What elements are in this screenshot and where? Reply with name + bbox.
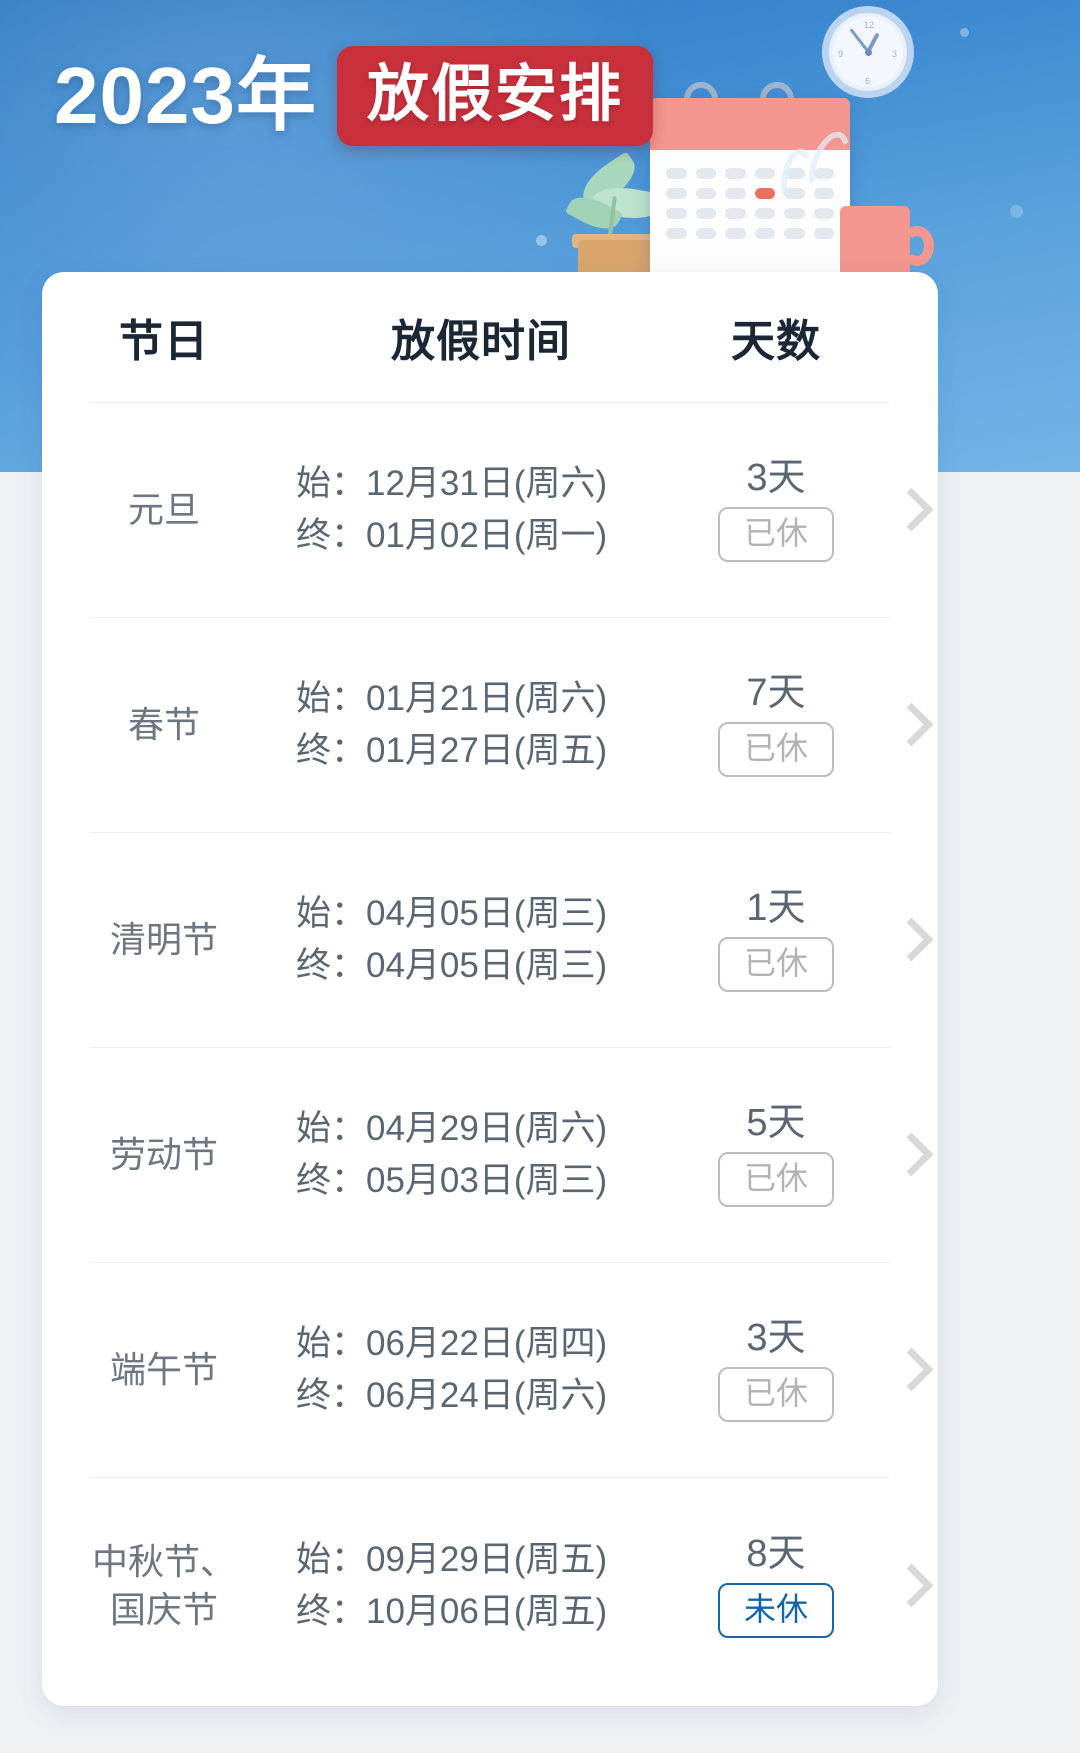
row-detail-link[interactable] [876,1347,938,1393]
days-count: 5天 [746,1101,806,1144]
cell-holiday-period: 始：01月21日(周六) 终：01月27日(周五) [286,673,676,777]
table-body: 元旦 始：12月31日(周六) 终：01月02日(周一) 3天 已休 春节 始：01月21日… [42,402,938,1694]
cell-holiday-period: 始：06月22日(周四) 终：06月24日(周六) [286,1318,676,1422]
table-row[interactable]: 清明节 始：04月05日(周三) 终：04月05日(周三) 1天已休 [42,833,938,1047]
table-row[interactable]: 中秋节、 国庆节 始：09月29日(周五) 终：10月06日(周五) 8天未休 [42,1478,938,1694]
cell-holiday-period: 始：12月31日(周六) 终：01月02日(周一) [286,458,676,562]
chevron-right-icon[interactable] [894,917,920,963]
cell-days: 5天已休 [676,1101,876,1208]
period-end: 终：04月05日(周三) [296,946,608,985]
cell-holiday-name: 春节 [127,703,200,745]
clock-number-label: 12 [864,20,875,30]
cell-holiday-name: 元旦 [127,488,200,530]
days-count: 1天 [746,886,806,929]
row-detail-link[interactable] [876,1132,938,1178]
status-badge[interactable]: 已休 [718,1367,834,1423]
status-badge[interactable]: 已休 [718,1152,834,1208]
period-start: 始：04月05日(周三) [296,894,608,934]
status-badge[interactable]: 未休 [718,1583,834,1639]
status-badge[interactable]: 已休 [718,507,834,563]
cell-days: 8天未休 [676,1532,876,1639]
period-end: 终：05月03日(周三) [296,1161,608,1200]
cell-holiday-name: 劳动节 [109,1133,218,1175]
period-end: 终：01月27日(周五) [296,731,608,770]
chevron-right-icon[interactable] [894,487,920,533]
cell-holiday-period: 始：04月29日(周六) 终：05月03日(周三) [286,1103,676,1207]
period-start: 始：04月29日(周六) [296,1109,608,1149]
decorative-dot [1010,205,1023,218]
cell-days: 3天已休 [676,456,876,563]
clock-icon: 12 3 6 9 [822,6,914,98]
row-detail-link[interactable] [876,917,938,963]
days-count: 8天 [746,1532,806,1575]
column-header-holiday: 节日 [119,317,209,366]
period-start: 始：01月21日(周六) [296,679,608,719]
holiday-schedule-card: 节日 放假时间 天数 元旦 始：12月31日(周六) 终：01月02日(周一) 3天已… [42,272,938,1706]
row-detail-link[interactable] [876,702,938,748]
column-header-period: 放假时间 [391,317,571,366]
hero-title: 2023年 放假安排 [54,46,653,146]
row-detail-link[interactable] [876,487,938,533]
period-end: 终：06月24日(周六) [296,1376,608,1415]
row-detail-link[interactable] [876,1563,938,1609]
period-start: 始：12月31日(周六) [296,464,608,504]
days-count: 7天 [746,671,806,714]
cell-days: 7天已休 [676,671,876,778]
chevron-right-icon[interactable] [894,702,920,748]
column-header-days: 天数 [731,317,821,366]
cell-holiday-period: 始：04月05日(周三) 终：04月05日(周三) [286,888,676,992]
period-end: 终：01月02日(周一) [296,516,608,555]
cell-holiday-name: 端午节 [109,1348,218,1390]
cell-holiday-name: 中秋节、 国庆节 [91,1540,236,1630]
status-badge[interactable]: 已休 [718,937,834,993]
period-end: 终：10月06日(周五) [296,1592,608,1631]
period-start: 始：06月22日(周四) [296,1324,608,1364]
cell-holiday-period: 始：09月29日(周五) 终：10月06日(周五) [286,1534,676,1638]
cell-days: 1天已休 [676,886,876,993]
table-header-row: 节日 放假时间 天数 [42,272,938,402]
status-badge[interactable]: 已休 [718,722,834,778]
decorative-dot [536,235,547,246]
period-start: 始：09月29日(周五) [296,1540,608,1580]
chevron-right-icon[interactable] [894,1132,920,1178]
chevron-right-icon[interactable] [894,1347,920,1393]
chevron-right-icon[interactable] [894,1563,920,1609]
days-count: 3天 [746,456,806,499]
table-row[interactable]: 春节 始：01月21日(周六) 终：01月27日(周五) 7天已休 [42,618,938,832]
hero-year-label: 2023年 [54,51,317,140]
table-row[interactable]: 端午节 始：06月22日(周四) 终：06月24日(周六) 3天已休 [42,1263,938,1477]
decorative-dot [960,28,969,37]
hero-badge-label: 放假安排 [366,60,623,129]
cell-days: 3天已休 [676,1316,876,1423]
days-count: 3天 [746,1316,806,1359]
hero-badge: 放假安排 [336,46,653,146]
page-root: 12 3 6 9 2023年 放假安排 节日 放假时间 天数 元旦 始：12月3… [0,0,1080,1753]
table-row[interactable]: 元旦 始：12月31日(周六) 终：01月02日(周一) 3天已休 [42,403,938,617]
cell-holiday-name: 清明节 [109,918,218,960]
table-row[interactable]: 劳动节 始：04月29日(周六) 终：05月03日(周三) 5天已休 [42,1048,938,1262]
